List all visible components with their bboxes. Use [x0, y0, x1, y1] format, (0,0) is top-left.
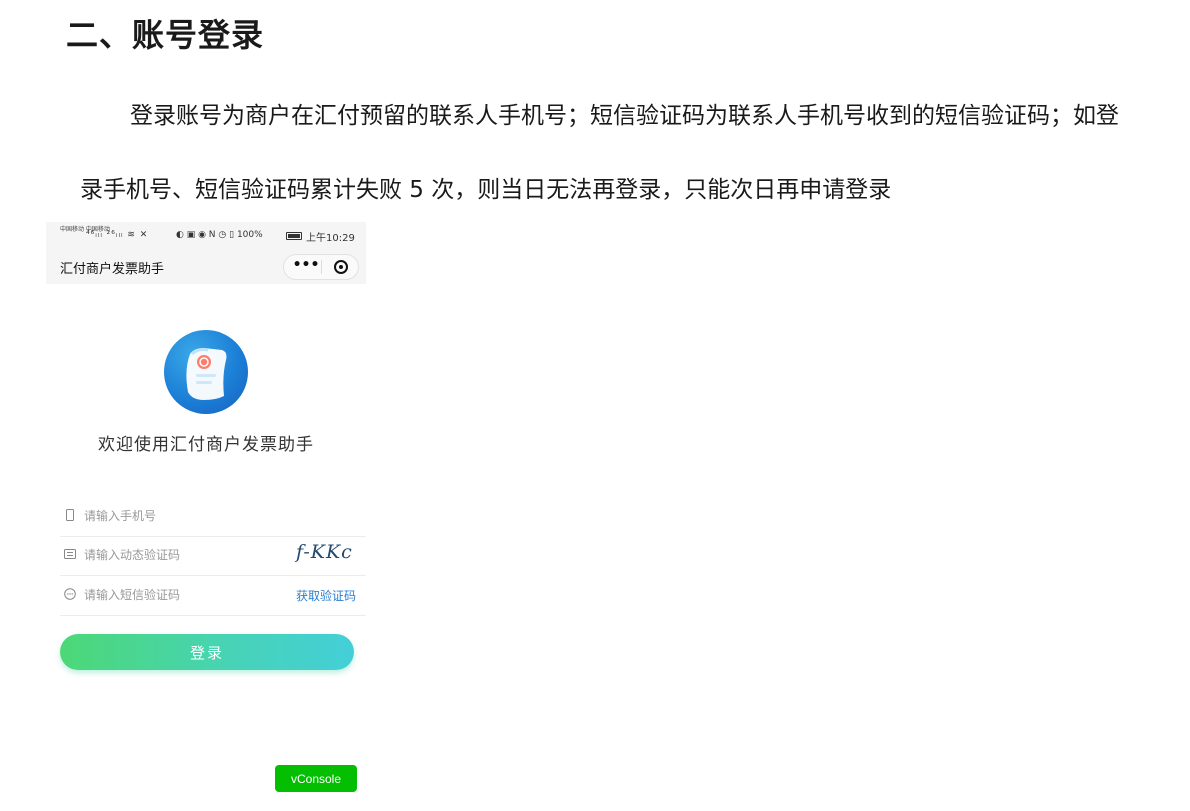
get-code-link[interactable]: 获取验证码: [296, 587, 356, 604]
paragraph-line-1: 登录账号为商户在汇付预留的联系人手机号；短信验证码为联系人手机号收到的短信验证码…: [130, 103, 1119, 129]
captcha-input[interactable]: [84, 545, 264, 565]
mini-program-navbar: 汇付商户发票助手 •••: [46, 248, 366, 284]
captcha-icon: [64, 549, 76, 559]
phone-input[interactable]: [84, 506, 264, 526]
status-icons-glyphs: ◐ ▣ ◉ N ◷ ▯: [176, 230, 235, 240]
target-icon[interactable]: [334, 260, 348, 274]
paragraph-line-2: 录手机号、短信验证码累计失败 5 次，则当日无法再登录，只能次日再申请登录: [80, 177, 892, 203]
message-icon: [64, 588, 76, 600]
battery-icon: [286, 232, 302, 240]
vconsole-button[interactable]: vConsole: [275, 765, 357, 792]
phone-field: [60, 496, 366, 537]
welcome-text: 欢迎使用汇付商户发票助手: [98, 435, 314, 455]
logo-graphic: [186, 348, 227, 400]
more-icon[interactable]: •••: [292, 257, 320, 273]
capsule-menu[interactable]: •••: [283, 254, 359, 280]
app-title: 汇付商户发票助手: [60, 262, 165, 277]
login-button[interactable]: 登录: [60, 634, 354, 670]
capsule-divider: [321, 260, 322, 274]
status-time: 上午10:29: [306, 233, 355, 244]
phone-screenshot: 中国移动 中国移动 ⁴⁶ᵢₗₗ ²⁶ᵢₗₗ ≋ ✕ ◐ ▣ ◉ N ◷ ▯ 10…: [46, 222, 366, 811]
phone-icon: [66, 509, 74, 521]
logo-icon: [164, 330, 248, 414]
sms-field: 获取验证码: [60, 575, 366, 616]
captcha-image[interactable]: f-KKc: [296, 541, 360, 567]
battery-percent: 100%: [236, 230, 263, 240]
status-icons: ◐ ▣ ◉ N ◷ ▯ 100%: [176, 230, 263, 240]
signal-icon: ⁴⁶ᵢₗₗ ²⁶ᵢₗₗ ≋ ✕: [86, 230, 149, 240]
status-bar: 中国移动 中国移动 ⁴⁶ᵢₗₗ ²⁶ᵢₗₗ ≋ ✕ ◐ ▣ ◉ N ◷ ▯ 10…: [46, 222, 366, 248]
captcha-field: f-KKc: [60, 535, 366, 576]
section-heading: 二、账号登录: [66, 16, 265, 54]
sms-code-input[interactable]: [84, 585, 264, 605]
